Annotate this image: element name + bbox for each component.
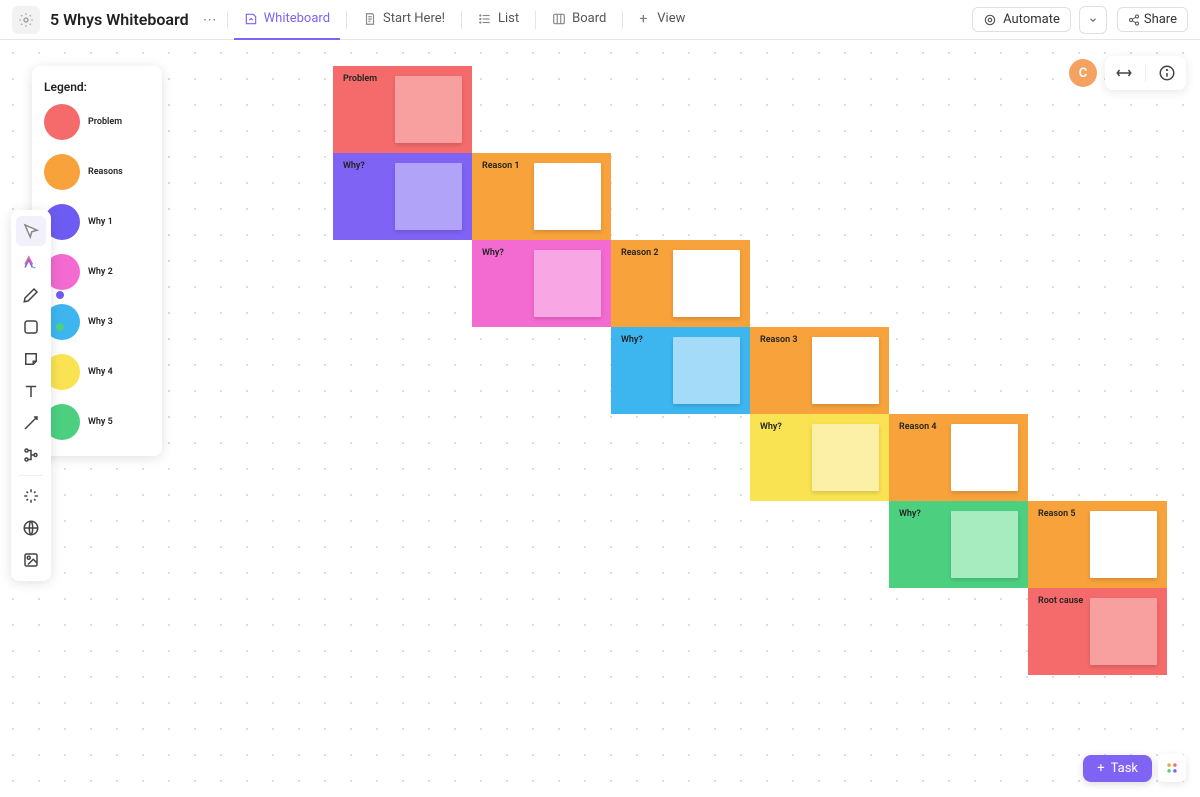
apps-button[interactable] [1158,754,1186,782]
tab-list[interactable]: List [468,0,529,40]
whiteboard-card[interactable]: Problem [333,66,472,153]
tab-label: Board [572,11,606,26]
whiteboard-card[interactable]: Why? [889,501,1028,588]
whiteboard-card[interactable]: Reason 1 [472,153,611,240]
legend-item[interactable]: Why 1 [44,204,150,240]
whiteboard-card[interactable]: Reason 3 [750,327,889,414]
tab-whiteboard[interactable]: Whiteboard [234,0,340,40]
sticky-note-tool[interactable] [16,344,46,374]
legend-item[interactable]: Why 5 [44,404,150,440]
whiteboard-card[interactable]: Why? [750,414,889,501]
legend-color-swatch [44,104,80,140]
card-sticky-note[interactable] [673,250,740,317]
legend-label: Why 5 [88,417,113,427]
card-sticky-note[interactable] [1090,598,1157,665]
legend-title: Legend: [44,80,150,94]
fit-width-icon[interactable] [1113,62,1135,84]
text-tool[interactable] [16,376,46,406]
legend-item[interactable]: Problem [44,104,150,140]
tab-start-here[interactable]: Start Here! [353,0,455,40]
tab-label: Whiteboard [264,11,330,26]
tab-label: Start Here! [383,11,445,26]
legend-item[interactable]: Why 3 [44,304,150,340]
whiteboard-card[interactable]: Root cause [1028,588,1167,675]
card-sticky-note[interactable] [951,424,1018,491]
canvas-top-right-controls: C [1069,56,1186,90]
legend-label: Why 4 [88,367,113,377]
web-tool[interactable] [16,513,46,543]
card-sticky-note[interactable] [951,511,1018,578]
whiteboard-card[interactable]: Reason 2 [611,240,750,327]
tab-board[interactable]: Board [542,0,616,40]
legend-label: Why 2 [88,267,113,277]
card-sticky-note[interactable] [673,337,740,404]
mindmap-tool[interactable] [16,440,46,470]
card-sticky-note[interactable] [812,424,879,491]
card-sticky-note[interactable] [812,337,879,404]
card-sticky-note[interactable] [395,163,462,230]
connector-tool[interactable] [16,408,46,438]
page-title[interactable]: 5 Whys Whiteboard [50,10,189,29]
whiteboard-canvas[interactable]: Legend: Problem Reasons Why 1 Why 2 Why 3 Why… [2,42,1198,795]
card-sticky-note[interactable] [534,250,601,317]
tab-label: View [657,11,685,26]
whiteboard-card[interactable]: Reason 4 [889,414,1028,501]
shape-tool[interactable] [16,312,46,342]
tab-add-view[interactable]: + View [629,0,695,40]
pen-tool[interactable] [16,280,46,310]
whiteboard-card[interactable]: Why? [611,327,750,414]
whiteboard-card[interactable]: Why? [472,240,611,327]
shape-color-dot [56,323,64,331]
tab-label: List [498,11,519,26]
legend-label: Why 3 [88,317,113,327]
legend-color-swatch [44,154,80,190]
legend-label: Reasons [88,167,123,177]
card-sticky-note[interactable] [1090,511,1157,578]
top-bar: 5 Whys Whiteboard ⋯ Whiteboard Start Her… [0,0,1200,40]
legend-item[interactable]: Why 2 [44,254,150,290]
automate-button[interactable]: Automate [972,7,1071,32]
more-icon[interactable]: ⋯ [199,10,221,30]
whiteboard-toolbox [11,210,51,581]
legend-label: Why 1 [88,217,113,227]
info-icon[interactable] [1156,62,1178,84]
whiteboard-card[interactable]: Why? [333,153,472,240]
user-avatar[interactable]: C [1069,59,1097,87]
plus-icon: + [1097,761,1104,776]
select-tool[interactable] [16,216,46,246]
whiteboard-card[interactable]: Reason 5 [1028,501,1167,588]
legend-label: Problem [88,117,122,127]
plus-icon: + [639,11,647,27]
sparkle-tool[interactable] [16,481,46,511]
automate-dropdown[interactable] [1079,6,1107,34]
share-button[interactable]: Share [1117,7,1188,32]
image-tool[interactable] [16,545,46,575]
legend-item[interactable]: Reasons [44,154,150,190]
doc-settings-icon[interactable] [12,6,40,34]
sticky-color-dot [56,355,64,363]
ai-tool[interactable] [16,248,46,278]
legend-panel[interactable]: Legend: Problem Reasons Why 1 Why 2 Why 3 Why… [32,66,162,456]
card-sticky-note[interactable] [534,163,601,230]
card-sticky-note[interactable] [395,76,462,143]
pen-color-dot [56,291,64,299]
new-task-button[interactable]: + Task [1083,755,1152,782]
